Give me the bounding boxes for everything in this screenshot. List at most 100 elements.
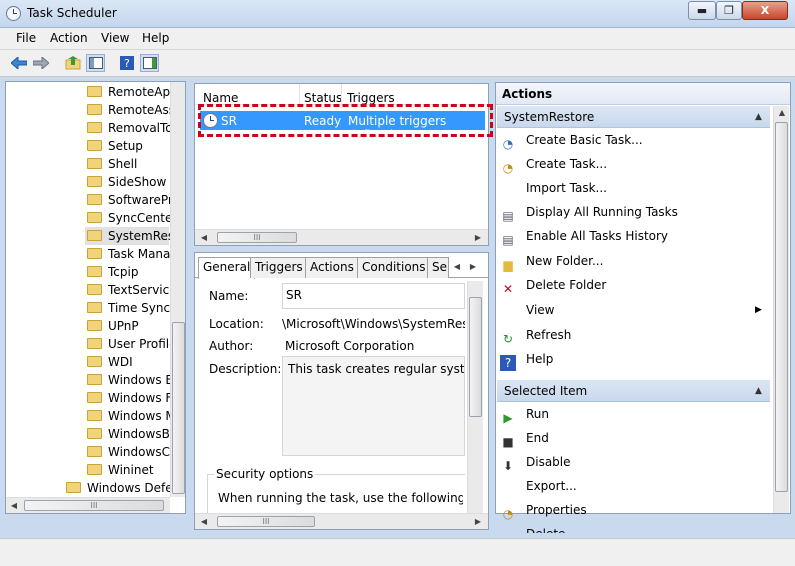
tree-item[interactable]: Windows Er: [85, 371, 178, 389]
list-horizontal-scrollbar[interactable]: ◀ III ▶: [195, 229, 488, 245]
details-scroll-thumb[interactable]: [469, 297, 482, 417]
console-tree[interactable]: RemoteApp RemoteAss RemovalTo Setup Shell Sid…: [5, 81, 186, 514]
action-item[interactable]: ▤ Display All Running Tasks: [500, 201, 772, 223]
actions-scroll-thumb[interactable]: [775, 122, 788, 492]
tree-item[interactable]: Tcpip: [85, 263, 169, 281]
tab-conditions[interactable]: Conditions: [357, 257, 431, 278]
actions-vertical-scrollbar[interactable]: ▲: [773, 106, 789, 513]
details-hscroll-thumb[interactable]: III: [217, 516, 315, 527]
menu-help[interactable]: Help: [142, 31, 169, 45]
task-list[interactable]: Name Status Triggers SR Ready Multiple t…: [194, 83, 489, 246]
tree-item[interactable]: Windows M: [85, 407, 176, 425]
tree-item[interactable]: TextService: [85, 281, 177, 299]
tree-item[interactable]: Task Manag: [85, 245, 178, 263]
tab-scroll-left-icon[interactable]: ◀: [450, 260, 464, 274]
action-item[interactable]: ? Help: [500, 348, 772, 371]
table-row[interactable]: SR Ready Multiple triggers defined: [200, 111, 485, 142]
tree-item[interactable]: SyncCenter: [85, 209, 177, 227]
tree-item[interactable]: Windows Fi: [85, 389, 175, 407]
scroll-right-arrow-icon[interactable]: ▶: [471, 231, 485, 245]
description-field[interactable]: This task creates regular system p: [282, 356, 465, 456]
tree-item[interactable]: User Profile: [85, 335, 176, 353]
action-item[interactable]: Import Task...: [500, 177, 772, 199]
tab-general[interactable]: General: [198, 257, 256, 279]
tree-item-label: Time Synch: [108, 301, 178, 315]
view-icon: [500, 302, 516, 318]
action-item[interactable]: ✕ Delete Folder: [500, 274, 772, 296]
tab-actions[interactable]: Actions: [305, 257, 359, 278]
tree-item[interactable]: SideShow: [85, 173, 169, 191]
maximize-button[interactable]: ❐: [716, 1, 742, 20]
tree-horizontal-scrollbar[interactable]: ◀ III: [6, 497, 170, 513]
tree-item[interactable]: SystemRest: [85, 227, 179, 245]
tree-hscroll-thumb[interactable]: III: [24, 500, 164, 511]
action-item[interactable]: ⬇ Disable: [500, 451, 772, 473]
tree-item[interactable]: UPnP: [85, 317, 169, 335]
selected-item-section-header[interactable]: Selected Item ▲: [497, 380, 770, 402]
close-button[interactable]: X: [742, 1, 788, 20]
folder-icon: [87, 230, 102, 241]
refresh-icon: ↻: [502, 332, 514, 346]
tab-settings[interactable]: Se: [427, 257, 449, 278]
tree-item[interactable]: RemovalTo: [85, 119, 173, 137]
show-hide-action-pane-icon[interactable]: [140, 54, 159, 72]
scroll-up-arrow-icon[interactable]: ▲: [775, 106, 789, 120]
collapse-up-icon[interactable]: ▲: [755, 380, 762, 402]
show-hide-console-tree-icon[interactable]: [86, 54, 105, 72]
tree-item[interactable]: Setup: [85, 137, 169, 155]
menu-view[interactable]: View: [101, 31, 129, 45]
action-item[interactable]: ◔ Create Task...: [500, 153, 772, 175]
tree-item[interactable]: Windows Defe: [66, 479, 173, 497]
action-item[interactable]: ◔ Create Basic Task...: [500, 129, 772, 151]
menu-action[interactable]: Action: [50, 31, 88, 45]
properties-icon: ◔: [502, 507, 514, 521]
collapse-up-icon[interactable]: ▲: [755, 106, 762, 128]
tree-item[interactable]: WDI: [85, 353, 169, 371]
tree-item-label: TextService: [108, 283, 177, 297]
tree-item[interactable]: RemoteApp: [85, 83, 178, 101]
back-arrow-icon[interactable]: [9, 54, 28, 72]
column-status[interactable]: Status: [304, 91, 342, 105]
scroll-right-arrow-icon[interactable]: ▶: [471, 515, 485, 529]
tree-item[interactable]: Time Synch: [85, 299, 178, 317]
systemrestore-section-title: SystemRestore: [504, 110, 595, 124]
action-item[interactable]: ▶ Run: [500, 403, 772, 425]
action-label: Enable All Tasks History: [526, 229, 669, 243]
action-item[interactable]: ↻ Refresh: [500, 324, 772, 346]
tree-vertical-scrollbar[interactable]: [170, 82, 185, 497]
name-field[interactable]: SR: [282, 283, 465, 309]
up-folder-icon[interactable]: [63, 54, 82, 72]
systemrestore-section-header[interactable]: SystemRestore ▲: [497, 106, 770, 128]
list-hscroll-thumb[interactable]: III: [217, 232, 297, 243]
help-icon[interactable]: ?: [117, 54, 136, 72]
action-item[interactable]: ▆ New Folder...: [500, 250, 772, 272]
scroll-left-arrow-icon[interactable]: ◀: [197, 515, 211, 529]
tree-item[interactable]: SoftwarePro: [85, 191, 180, 209]
tree-item[interactable]: Wininet: [85, 461, 169, 479]
tab-triggers[interactable]: Triggers: [250, 257, 308, 278]
action-item[interactable]: Export...: [500, 475, 772, 497]
tree-scroll-thumb[interactable]: [172, 322, 185, 494]
tab-scroll-right-icon[interactable]: ▶: [466, 260, 480, 274]
action-label: Disable: [526, 455, 571, 469]
action-item[interactable]: ◔ Properties: [500, 499, 772, 521]
tree-item[interactable]: Shell: [85, 155, 169, 173]
action-item[interactable]: ✕ Delete: [500, 523, 772, 533]
submenu-arrow-icon: ▶: [755, 305, 762, 315]
column-triggers[interactable]: Triggers: [347, 91, 395, 105]
action-item[interactable]: View ▶: [500, 299, 772, 321]
scroll-left-arrow-icon[interactable]: ◀: [197, 231, 211, 245]
tree-item[interactable]: RemoteAss: [85, 101, 175, 119]
action-item[interactable]: ■ End: [500, 427, 772, 449]
forward-arrow-icon[interactable]: [31, 54, 50, 72]
menu-file[interactable]: File: [16, 31, 36, 45]
tree-item[interactable]: WindowsCo: [85, 443, 177, 461]
enable-history-icon: ▤: [502, 233, 514, 247]
details-horizontal-scrollbar[interactable]: ◀ III ▶: [195, 513, 488, 529]
scroll-left-arrow-icon[interactable]: ◀: [7, 499, 21, 513]
action-item[interactable]: ▤ Enable All Tasks History: [500, 225, 772, 247]
minimize-button[interactable]: ▬: [688, 1, 716, 20]
details-vertical-scrollbar[interactable]: [467, 281, 483, 514]
column-name[interactable]: Name: [203, 91, 238, 105]
tree-item[interactable]: WindowsBa: [85, 425, 177, 443]
